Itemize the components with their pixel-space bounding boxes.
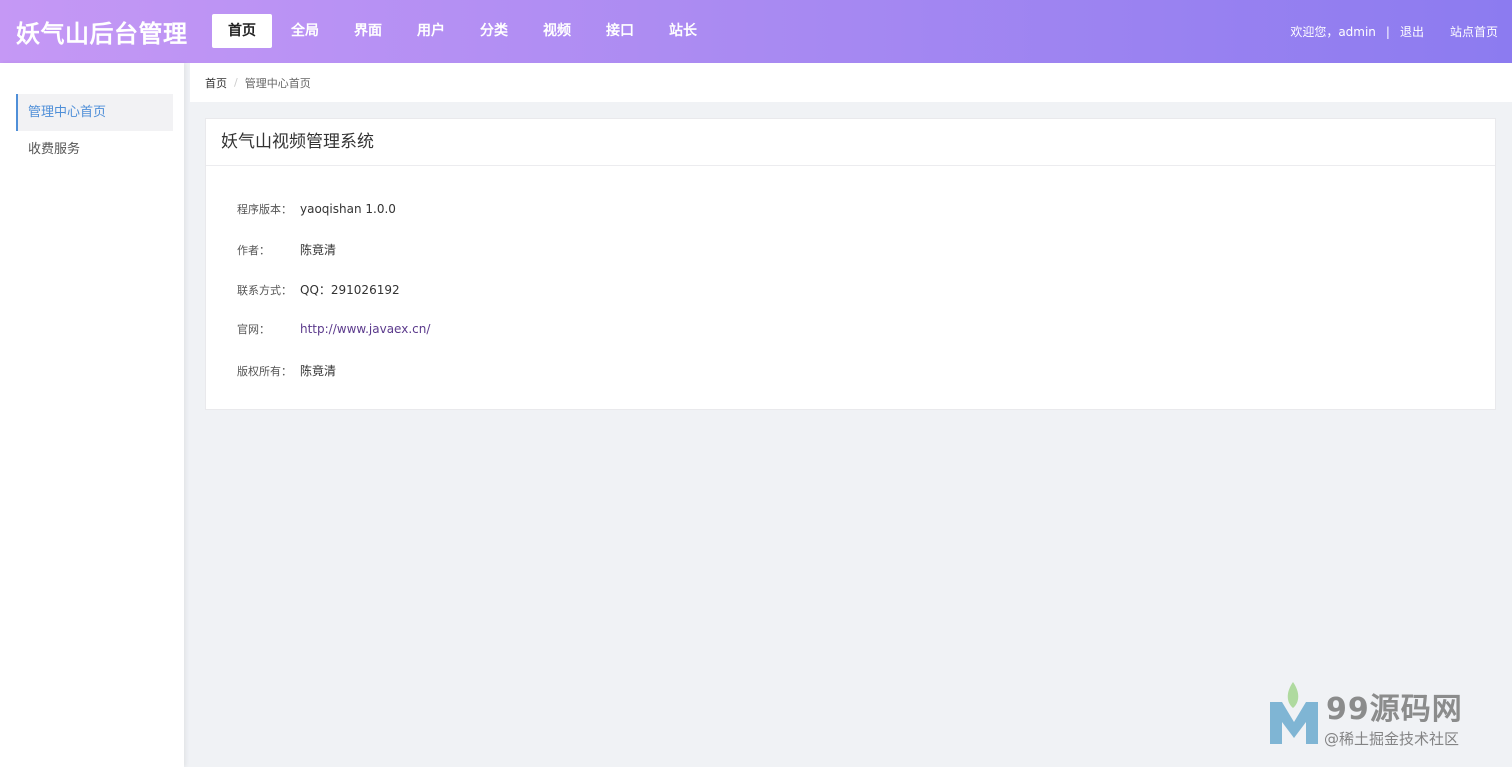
user-area: 欢迎您，admin | 退出 站点首页: [1290, 23, 1498, 40]
top-nav: 首页 全局 界面 用户 分类 视频 接口 站长: [212, 14, 716, 48]
info-label: 作者：: [237, 243, 270, 257]
breadcrumb-current: 管理中心首页: [244, 76, 311, 90]
info-label: 联系方式：: [237, 283, 292, 297]
system-info-card: 妖气山视频管理系统 程序版本： yaoqishan 1.0.0 作者： 陈竟清 …: [205, 118, 1496, 410]
brand-title: 妖气山后台管理: [16, 20, 188, 48]
nav-item-video[interactable]: 视频: [527, 14, 587, 48]
nav-item-webmaster[interactable]: 站长: [653, 14, 713, 48]
website-link[interactable]: http://www.javaex.cn/: [300, 322, 430, 336]
sidebar-item-paid-service[interactable]: 收费服务: [16, 131, 173, 168]
watermark-subtext: @稀土掘金技术社区: [1324, 730, 1460, 748]
watermark-text: 99源码网: [1326, 692, 1463, 727]
nav-item-users[interactable]: 用户: [401, 14, 461, 48]
info-value: yaoqishan 1.0.0: [300, 202, 396, 216]
header-separator: |: [1385, 24, 1390, 39]
breadcrumb-home[interactable]: 首页: [205, 75, 227, 91]
info-row-copyright: 版权所有： 陈竟清: [237, 362, 336, 379]
nav-item-api[interactable]: 接口: [590, 14, 650, 48]
welcome-text: 欢迎您，admin: [1290, 25, 1376, 39]
info-value: 陈竟清: [300, 364, 337, 378]
info-value: QQ：291026192: [300, 283, 400, 297]
info-row-contact: 联系方式： QQ：291026192: [237, 281, 400, 298]
sidebar-item-admin-home[interactable]: 管理中心首页: [16, 94, 173, 131]
breadcrumb: 首页 / 管理中心首页: [190, 63, 1512, 102]
info-label: 版权所有：: [237, 364, 292, 378]
logout-link[interactable]: 退出: [1400, 23, 1424, 40]
info-label: 程序版本：: [237, 203, 292, 216]
info-value: 陈竟清: [300, 243, 337, 257]
info-row-author: 作者： 陈竟清: [237, 241, 336, 258]
nav-item-interface[interactable]: 界面: [338, 14, 398, 48]
card-title: 妖气山视频管理系统: [206, 119, 1495, 166]
watermark: 99源码网 @稀土掘金技术社区: [1266, 678, 1496, 748]
nav-item-global[interactable]: 全局: [275, 14, 335, 48]
watermark-logo-icon: [1270, 682, 1318, 744]
info-label: 官网：: [237, 323, 270, 336]
nav-item-category[interactable]: 分类: [464, 14, 524, 48]
breadcrumb-separator: /: [234, 76, 238, 89]
nav-item-home[interactable]: 首页: [212, 14, 272, 48]
sidebar: 管理中心首页 收费服务: [0, 63, 184, 767]
site-home-link[interactable]: 站点首页: [1450, 23, 1498, 40]
info-row-website: 官网： http://www.javaex.cn/: [237, 321, 430, 337]
top-header: 妖气山后台管理 首页 全局 界面 用户 分类 视频 接口 站长 欢迎您，admi…: [0, 0, 1512, 63]
info-row-version: 程序版本： yaoqishan 1.0.0: [237, 201, 396, 217]
